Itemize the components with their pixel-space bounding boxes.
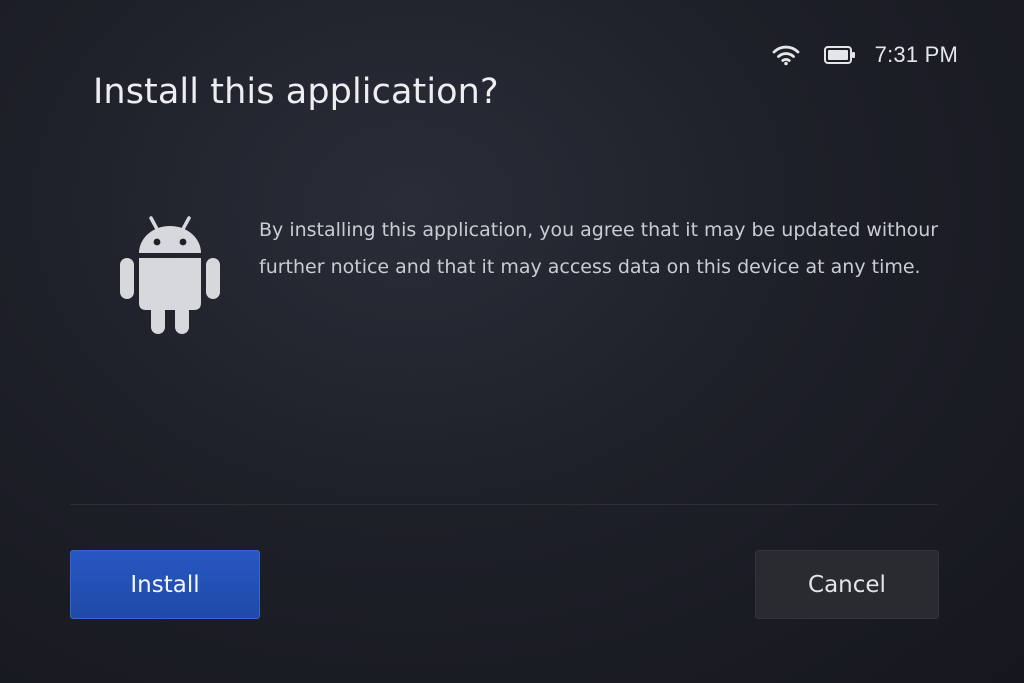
- dialog-title: Install this application?: [93, 72, 499, 112]
- divider: [70, 504, 938, 505]
- status-time: 7:31 PM: [874, 42, 958, 67]
- dialog-message: By installing this application, you agre…: [259, 219, 939, 278]
- install-button[interactable]: Install: [70, 550, 260, 619]
- battery-icon: [823, 45, 857, 65]
- install-dialog-screen: 7:31 PM Install this application? By ins…: [0, 0, 1024, 683]
- status-bar: 7:31 PM: [771, 40, 958, 70]
- android-robot-icon: [115, 210, 225, 336]
- wifi-icon: [771, 43, 801, 67]
- cancel-button[interactable]: Cancel: [755, 550, 939, 619]
